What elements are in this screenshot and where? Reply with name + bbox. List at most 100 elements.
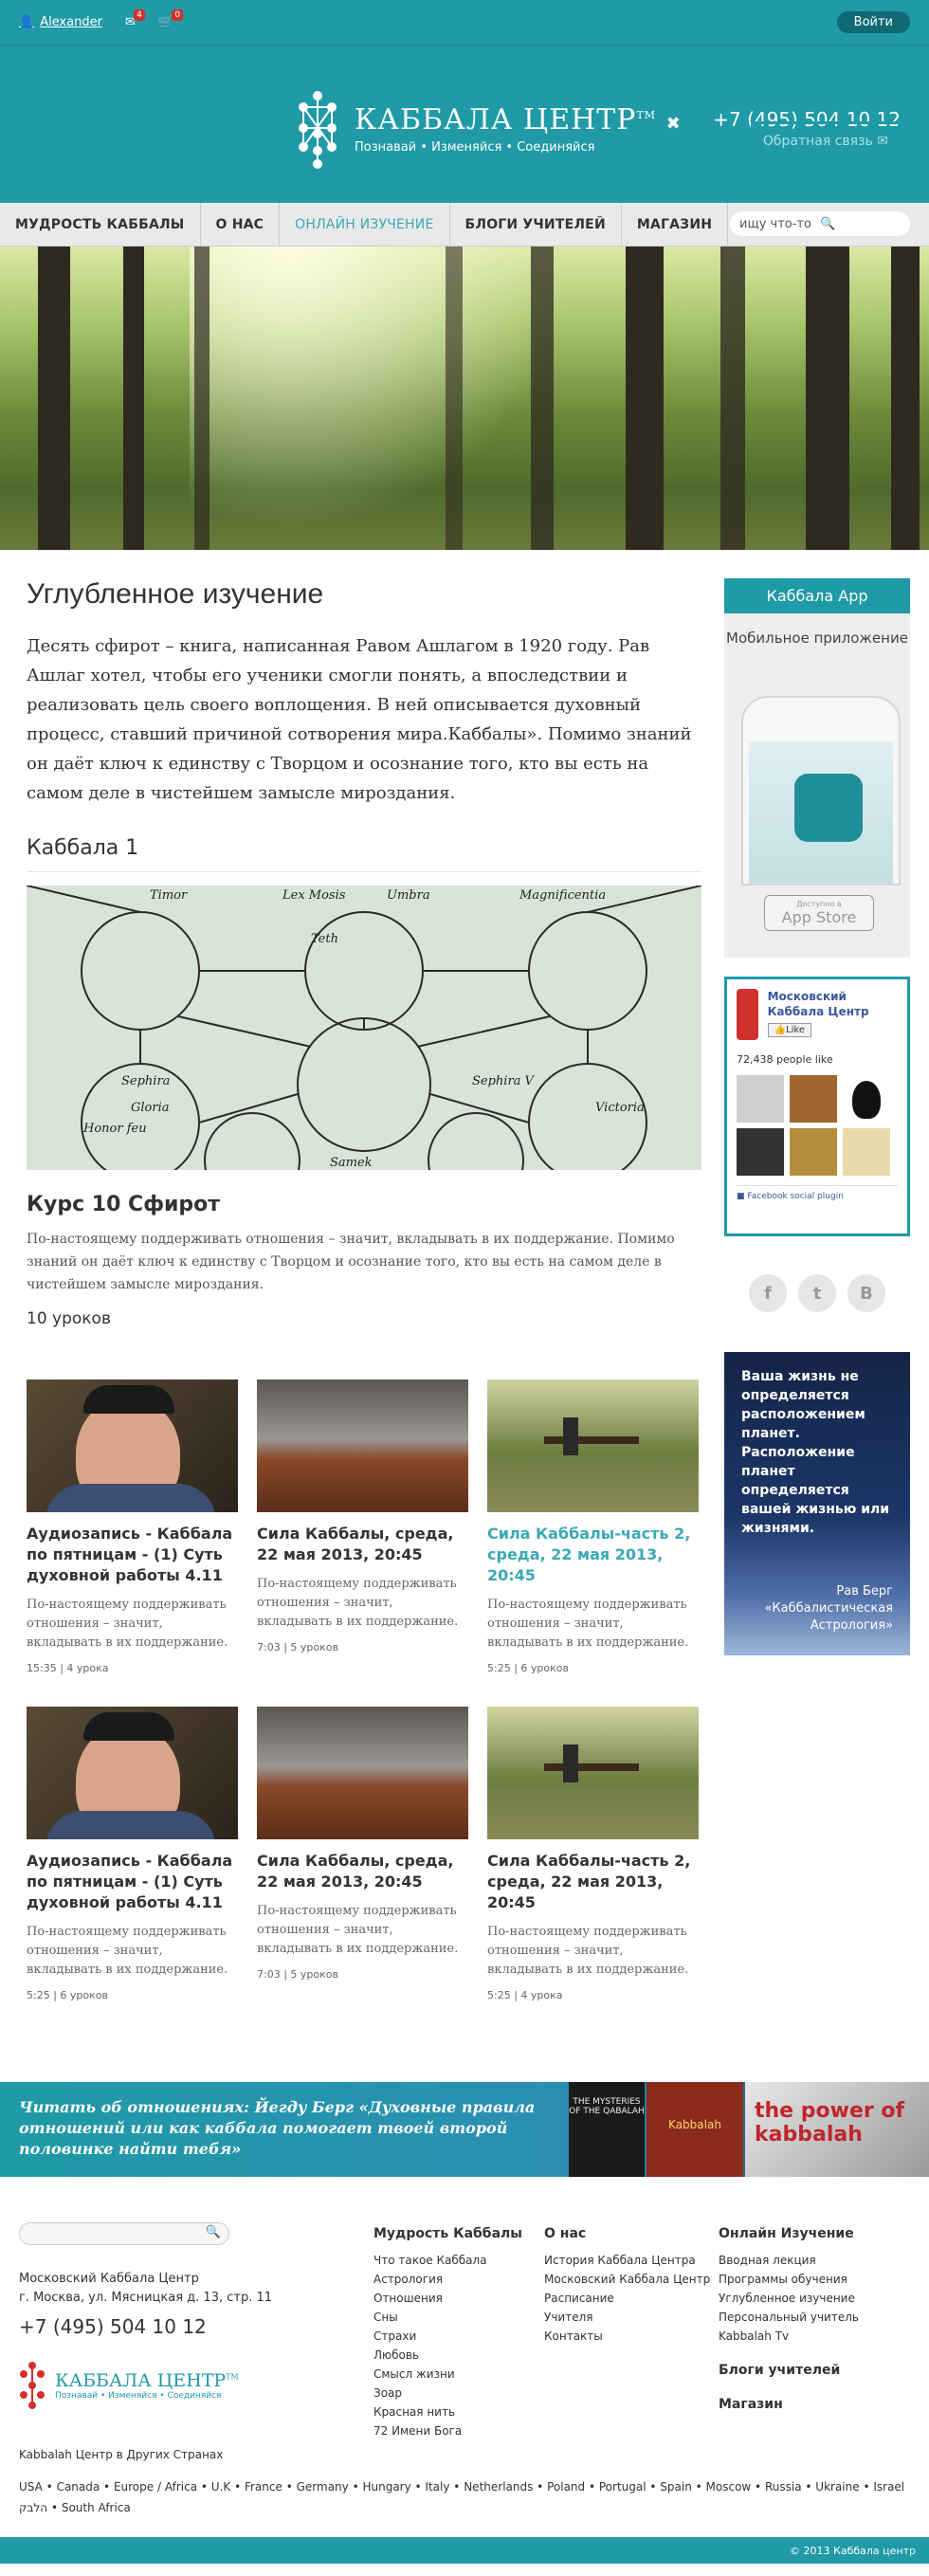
search-icon[interactable]: 🔍 — [820, 217, 901, 231]
country-link[interactable]: South Africa — [62, 2501, 131, 2514]
avatar[interactable] — [843, 1075, 890, 1123]
search-icon[interactable]: 🔍 — [206, 2225, 221, 2239]
site-header: КАББАЛА ЦЕНТРTM ✖ Познавай • Изменяйся •… — [0, 46, 929, 203]
course-title[interactable]: Курс 10 Сфирот — [27, 1193, 701, 1216]
lesson-title[interactable]: Сила Каббалы, среда, 22 мая 2013, 20:45 — [257, 1851, 468, 1892]
lesson-description: По-настоящему поддерживать отношения – з… — [27, 1598, 228, 1650]
lesson-card[interactable]: Сила Каббалы, среда, 22 мая 2013, 20:45 … — [257, 1707, 468, 2001]
footer-link[interactable]: Вводная лекция — [719, 2251, 859, 2270]
country-link[interactable]: Canada — [57, 2480, 100, 2494]
search-input[interactable]: ищу что-то 🔍 — [730, 211, 910, 236]
country-link[interactable]: Germany — [297, 2480, 349, 2494]
facebook-icon[interactable]: f — [749, 1274, 787, 1312]
appstore-button[interactable]: Доступно в App Store — [764, 895, 874, 931]
footer-link-shop[interactable]: Магазин — [719, 2395, 859, 2414]
footer-link[interactable]: 72 Имени Бога — [373, 2421, 522, 2440]
country-link[interactable]: Netherlands — [464, 2480, 533, 2494]
lesson-card[interactable]: Аудиозапись - Каббала по пятницам - (1) … — [27, 1707, 238, 2001]
avatar[interactable] — [790, 1128, 837, 1176]
login-button[interactable]: Войти — [836, 11, 910, 33]
vkontakte-icon[interactable]: B — [847, 1274, 885, 1312]
twitter-icon[interactable]: t — [798, 1274, 836, 1312]
footer-logo-name: КАББАЛА ЦЕНТР — [55, 2370, 227, 2391]
footer-link[interactable]: Любовь — [373, 2346, 522, 2365]
footer: 🔍 Московский Каббала Центр г. Москва, ул… — [0, 2177, 929, 2537]
country-link[interactable]: Moscow — [706, 2480, 752, 2494]
avatar[interactable] — [737, 1075, 784, 1123]
avatar[interactable] — [737, 1128, 784, 1176]
like-icon: 👍 — [774, 1025, 787, 1035]
country-link[interactable]: U.K — [211, 2480, 230, 2494]
footer-link[interactable]: История Каббала Центра — [544, 2251, 710, 2270]
cart-button[interactable]: 🛒 0 — [158, 9, 184, 29]
nav-item-wisdom[interactable]: МУДРОСТЬ КАББАЛЫ — [0, 203, 201, 246]
nav-item-about[interactable]: О НАС — [201, 203, 281, 246]
avatar[interactable] — [790, 1075, 837, 1123]
facebook-page-name[interactable]: Московский Каббала Центр — [768, 989, 898, 1019]
mail-button[interactable]: ✉ 4 — [125, 9, 145, 29]
lesson-title[interactable]: Сила Каббалы-часть 2, среда, 22 мая 2013… — [487, 1851, 699, 1913]
country-link[interactable]: Ukraine — [815, 2480, 859, 2494]
lesson-title[interactable]: Сила Каббалы-часть 2, среда, 22 мая 2013… — [487, 1524, 699, 1586]
desert-landscape-thumbnail[interactable] — [257, 1707, 468, 1839]
country-link[interactable]: France — [245, 2480, 282, 2494]
quote-author: Рав Берг «Каббалистическая Астрология» — [764, 1584, 893, 1633]
avatar[interactable] — [843, 1128, 890, 1176]
facebook-like-button[interactable]: 👍Like — [767, 1023, 811, 1037]
footer-link[interactable]: Красная нить — [373, 2402, 522, 2421]
footer-link[interactable]: Московский Каббала Центр — [544, 2270, 710, 2289]
footer-link[interactable]: Углубленное изучение — [719, 2289, 859, 2308]
lesson-card[interactable]: Сила Каббалы-часть 2, среда, 22 мая 2013… — [487, 1379, 699, 1674]
astrology-quote-banner[interactable]: Ваша жизнь не определяется расположением… — [724, 1352, 910, 1655]
diagram-word: Lex Mosis — [282, 888, 346, 903]
book-promo-banner[interactable]: Читать об отношениях: Йегду Берг «Духовн… — [0, 2082, 929, 2177]
footer-link[interactable]: Расписание — [544, 2289, 710, 2308]
country-link[interactable]: Portugal — [599, 2480, 647, 2494]
nav-item-blogs[interactable]: БЛОГИ УЧИТЕЛЕЙ — [450, 203, 622, 246]
man-portrait-thumbnail[interactable] — [27, 1707, 238, 1839]
footer-column-title[interactable]: О нас — [544, 2224, 710, 2243]
footer-link[interactable]: Страхи — [373, 2327, 522, 2346]
park-bench-thumbnail[interactable] — [487, 1379, 699, 1512]
footer-link[interactable]: Что такое Каббала — [373, 2251, 522, 2270]
feedback-link[interactable]: Обратная связь ✉ — [750, 121, 901, 161]
man-portrait-thumbnail[interactable] — [27, 1379, 238, 1512]
footer-link-blogs[interactable]: Блоги учителей — [719, 2361, 859, 2380]
nav-item-shop[interactable]: МАГАЗИН — [622, 203, 729, 246]
footer-link[interactable]: Kabbalah Tv — [719, 2327, 859, 2346]
lesson-title[interactable]: Аудиозапись - Каббала по пятницам - (1) … — [27, 1851, 238, 1913]
park-bench-thumbnail[interactable] — [487, 1707, 699, 1839]
facebook-page-avatar[interactable] — [737, 989, 758, 1040]
lesson-title[interactable]: Аудиозапись - Каббала по пятницам - (1) … — [27, 1524, 238, 1586]
app-icon[interactable] — [794, 774, 863, 842]
nav-item-online-study[interactable]: ОНЛАЙН ИЗУЧЕНИЕ — [280, 203, 450, 246]
country-link[interactable]: Russia — [765, 2480, 802, 2494]
desert-landscape-thumbnail[interactable] — [257, 1379, 468, 1512]
sefirot-diagram-image[interactable]: Timor Lex Mosis Umbra Magnificentia Teth… — [27, 886, 701, 1170]
lesson-card[interactable]: Сила Каббалы-часть 2, среда, 22 мая 2013… — [487, 1707, 699, 2001]
footer-link[interactable]: Астрология — [373, 2270, 522, 2289]
user-link[interactable]: 👤 Alexander — [19, 15, 102, 29]
footer-column-title[interactable]: Мудрость Каббалы — [373, 2224, 522, 2243]
footer-link[interactable]: Смысл жизни — [373, 2365, 522, 2384]
footer-column-title[interactable]: Онлайн Изучение — [719, 2224, 859, 2243]
lesson-description: По-настоящему поддерживать отношения – з… — [27, 1925, 228, 1977]
country-link[interactable]: Poland — [547, 2480, 585, 2494]
footer-link[interactable]: Отношения — [373, 2289, 522, 2308]
footer-link[interactable]: Учителя — [544, 2308, 710, 2327]
footer-link[interactable]: Зоар — [373, 2384, 522, 2402]
country-link[interactable]: Europe / Africa — [114, 2480, 197, 2494]
lesson-title[interactable]: Сила Каббалы, среда, 22 мая 2013, 20:45 — [257, 1524, 468, 1565]
lesson-card[interactable]: Сила Каббалы, среда, 22 мая 2013, 20:45 … — [257, 1379, 468, 1674]
footer-link[interactable]: Программы обучения — [719, 2270, 859, 2289]
country-link[interactable]: Spain — [660, 2480, 692, 2494]
country-link[interactable]: USA — [19, 2480, 43, 2494]
country-link[interactable]: Hungary — [362, 2480, 410, 2494]
country-link[interactable]: Italy — [425, 2480, 449, 2494]
site-logo[interactable]: КАББАЛА ЦЕНТРTM ✖ Познавай • Изменяйся •… — [294, 88, 682, 170]
footer-search-input[interactable]: 🔍 — [19, 2222, 229, 2245]
footer-link[interactable]: Контакты — [544, 2327, 710, 2346]
footer-link[interactable]: Сны — [373, 2308, 522, 2327]
footer-link[interactable]: Персональный учитель — [719, 2308, 859, 2327]
lesson-card[interactable]: Аудиозапись - Каббала по пятницам - (1) … — [27, 1379, 238, 1674]
